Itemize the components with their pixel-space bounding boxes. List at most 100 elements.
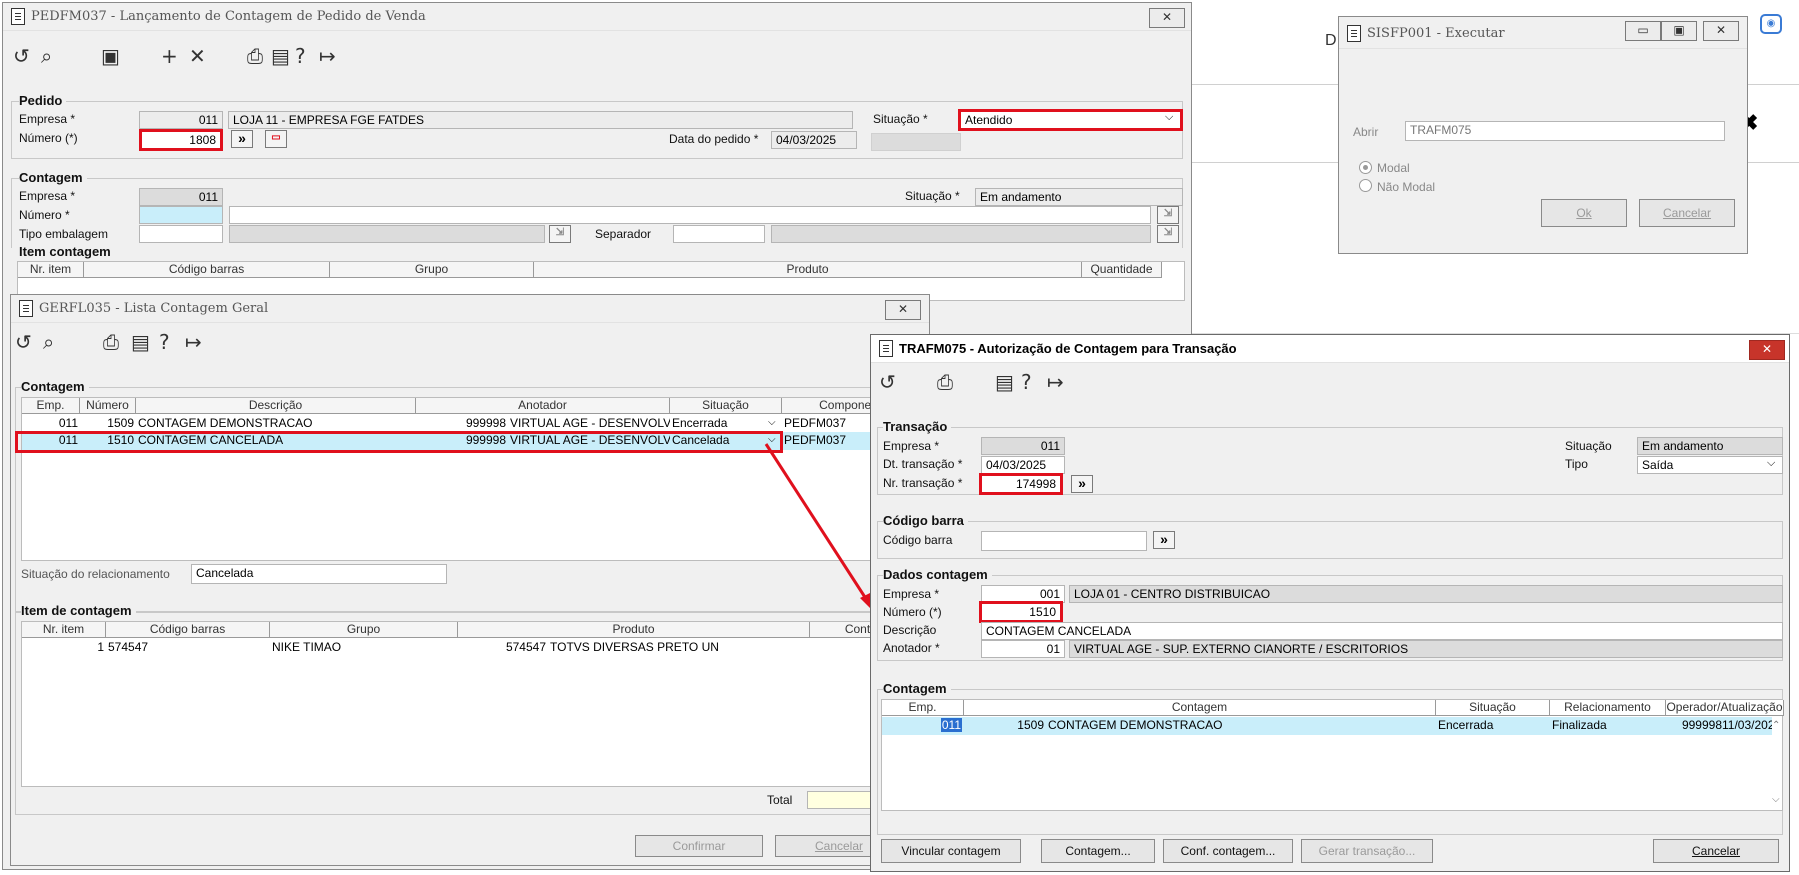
tipo-embalagem-desc: [229, 225, 545, 243]
dados-contagem-group-label: Dados contagem: [883, 567, 992, 582]
nr-transacao-field[interactable]: 174998: [979, 473, 1063, 495]
situacao-label: Situação *: [873, 112, 928, 126]
exit-icon[interactable]: ↦: [319, 45, 336, 67]
column-header[interactable]: Nr. item: [22, 622, 106, 638]
column-header[interactable]: Código barras: [84, 262, 330, 278]
title-bar: SISFP001 - Executar ▭ ▣ ✕: [1339, 17, 1747, 49]
column-header[interactable]: Anotador: [416, 398, 670, 414]
modal-radio[interactable]: [1359, 161, 1372, 174]
dados-descricao-field[interactable]: CONTAGEM CANCELADA: [981, 622, 1783, 640]
maximize-button[interactable]: ▣: [1661, 21, 1697, 41]
column-header[interactable]: Emp.: [22, 398, 80, 414]
table-row-selected[interactable]: 011 1509 CONTAGEM DEMONSTRACAO Encerrada…: [882, 717, 1772, 735]
calendar-icon[interactable]: ▤: [271, 45, 290, 67]
exit-icon[interactable]: ↦: [1047, 371, 1064, 393]
gerar-transacao-button[interactable]: Gerar transação...: [1301, 839, 1433, 863]
close-button[interactable]: ✕: [1149, 8, 1185, 28]
save-icon[interactable]: ▣: [101, 45, 120, 67]
trafm075-window: TRAFM075 - Autorização de Contagem para …: [870, 334, 1790, 872]
column-header[interactable]: Relacionamento: [1550, 700, 1666, 716]
cell-emp: 011: [882, 717, 964, 734]
column-header[interactable]: Grupo: [330, 262, 534, 278]
exit-icon[interactable]: ↦: [185, 331, 202, 353]
scroll-up-icon[interactable]: ⌃: [1772, 720, 1780, 731]
print-icon[interactable]: ⎙: [103, 331, 119, 353]
column-header[interactable]: Produto: [534, 262, 1082, 278]
tipo-label: Tipo: [1565, 457, 1588, 471]
refresh-icon[interactable]: ↺: [13, 45, 30, 67]
numero-field[interactable]: 1808: [139, 129, 223, 151]
codigo-barra-input[interactable]: [981, 531, 1147, 551]
refresh-icon[interactable]: ↺: [15, 331, 32, 353]
table-row[interactable]: 011 1509 CONTAGEM DEMONSTRACAO 999998 VI…: [22, 415, 926, 432]
column-header[interactable]: Emp.: [882, 700, 964, 716]
situacao-label: Situação: [1565, 439, 1612, 453]
contagem-numero-field[interactable]: [139, 206, 223, 224]
column-header[interactable]: Descrição: [136, 398, 416, 414]
column-header[interactable]: Código barras: [106, 622, 270, 638]
help-icon[interactable]: ?: [295, 45, 306, 67]
conf-contagem-button[interactable]: Conf. contagem...: [1163, 839, 1293, 863]
add-icon[interactable]: +: [161, 45, 178, 67]
empresa-field[interactable]: 011: [139, 111, 223, 129]
search-icon[interactable]: ⌕: [41, 45, 52, 67]
column-header[interactable]: Situação: [1436, 700, 1550, 716]
column-header[interactable]: Operador/Atualização: [1666, 700, 1784, 716]
column-header[interactable]: Situação: [670, 398, 782, 414]
screenshot-icon[interactable]: ◉: [1760, 14, 1782, 34]
nao-modal-radio[interactable]: [1359, 179, 1372, 192]
scroll-down-icon[interactable]: ⌵: [1772, 794, 1780, 805]
dt-transacao-field[interactable]: 04/03/2025: [981, 456, 1065, 474]
dados-numero-field[interactable]: 1510: [979, 601, 1063, 623]
column-header[interactable]: Produto: [458, 622, 810, 638]
cancelar-button[interactable]: Cancelar: [1653, 839, 1779, 863]
lookup-icon[interactable]: ⇲: [1157, 225, 1179, 243]
dados-numero-label: Número (*): [883, 605, 942, 619]
column-header[interactable]: Número: [80, 398, 136, 414]
contagem-button[interactable]: Contagem...: [1041, 839, 1155, 863]
total-label: Total: [767, 793, 793, 807]
codigo-barra-group-label: Código barra: [883, 513, 968, 528]
help-icon[interactable]: ?: [1021, 371, 1032, 393]
abrir-input[interactable]: TRAFM075: [1405, 121, 1725, 141]
cell-produto: TOTVS DIVERSAS PRETO UN: [550, 640, 719, 654]
dados-anotador-field[interactable]: 01: [981, 640, 1065, 658]
column-header[interactable]: Nr. item: [18, 262, 84, 278]
print-icon[interactable]: ⎙: [247, 45, 263, 67]
print-icon[interactable]: ⎙: [937, 371, 953, 393]
column-header[interactable]: Contagem: [964, 700, 1436, 716]
confirmar-button[interactable]: Confirmar: [635, 835, 763, 857]
item-contagem-group-label: Item contagem: [19, 244, 115, 259]
separador-field[interactable]: [673, 225, 765, 243]
close-button[interactable]: ✕: [1749, 340, 1785, 360]
vincular-contagem-button[interactable]: Vincular contagem: [881, 839, 1021, 863]
lookup-icon[interactable]: ⇲: [549, 225, 571, 243]
pedido-detail-icon[interactable]: ▭: [265, 130, 287, 148]
table-row[interactable]: 1 574547 NIKE TIMAO 574547 TOTVS DIVERSA…: [22, 639, 926, 656]
situacao-select[interactable]: Atendido: [958, 109, 1183, 131]
help-icon[interactable]: ?: [159, 331, 170, 353]
item-group-label: Item de contagem: [21, 603, 136, 618]
situacao-field: Em andamento: [1637, 437, 1783, 455]
contagem-empresa-field: 011: [139, 188, 223, 206]
lookup-icon[interactable]: ⇲: [1157, 206, 1179, 224]
refresh-icon[interactable]: ↺: [879, 371, 896, 393]
numero-label: Número (*): [19, 131, 78, 145]
calendar-icon[interactable]: ▤: [995, 371, 1014, 393]
minimize-button[interactable]: ▭: [1625, 21, 1661, 41]
close-button[interactable]: ✕: [1703, 21, 1739, 41]
search-pedido-button[interactable]: »: [231, 130, 253, 148]
ok-button[interactable]: Ok: [1541, 199, 1627, 227]
search-icon[interactable]: ⌕: [43, 331, 54, 353]
delete-icon[interactable]: ✕: [189, 45, 206, 67]
cancelar-button[interactable]: Cancelar: [1639, 199, 1735, 227]
search-codigo-button[interactable]: »: [1153, 531, 1175, 549]
calendar-icon[interactable]: ▤: [131, 331, 150, 353]
column-header[interactable]: Quantidade: [1082, 262, 1162, 278]
column-header[interactable]: Grupo: [270, 622, 458, 638]
tipo-select[interactable]: Saída: [1637, 456, 1783, 474]
tipo-embalagem-field[interactable]: [139, 225, 223, 243]
close-button[interactable]: ✕: [885, 300, 921, 320]
search-transacao-button[interactable]: »: [1071, 475, 1093, 493]
contagem-empresa-label: Empresa *: [19, 189, 76, 203]
